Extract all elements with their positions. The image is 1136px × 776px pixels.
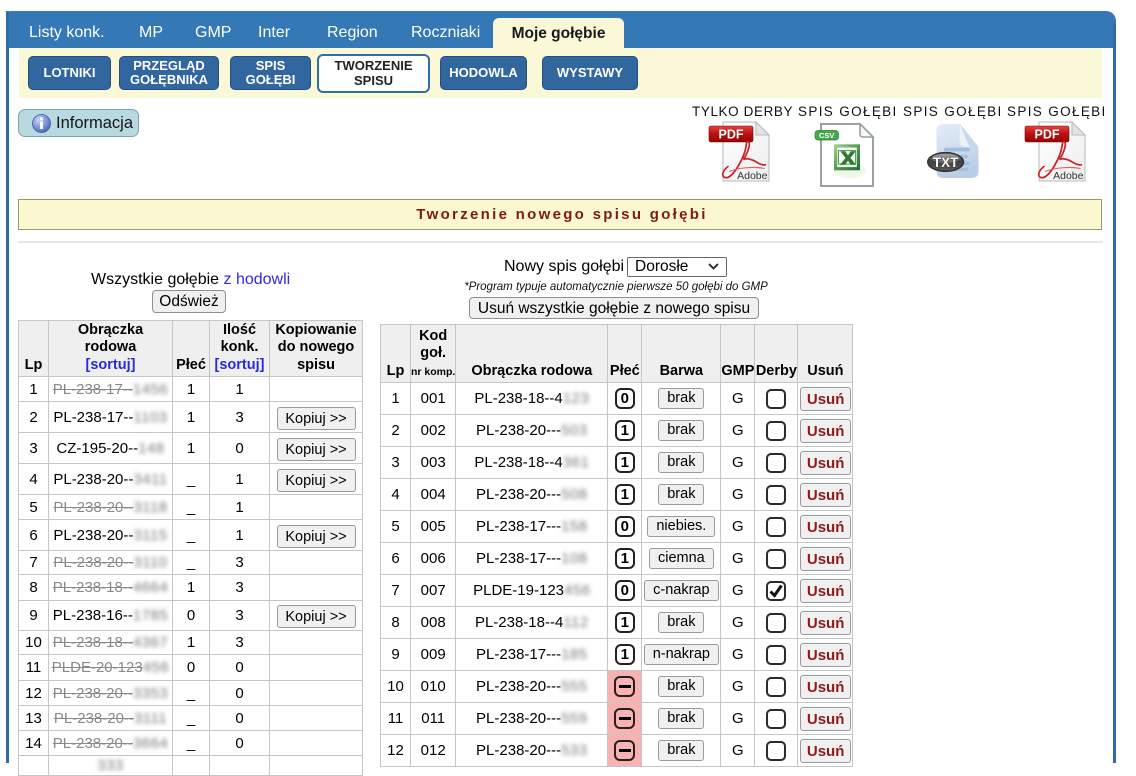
- svg-text:Adobe: Adobe: [737, 170, 768, 182]
- svg-text:PDF: PDF: [719, 128, 744, 142]
- svg-text:TXT: TXT: [933, 155, 959, 170]
- svg-text:CSV: CSV: [819, 131, 834, 140]
